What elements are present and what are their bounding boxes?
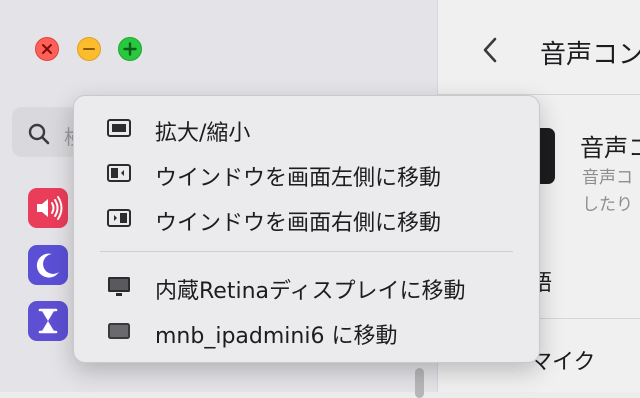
menu-item-fullscreen[interactable]: 拡大/縮小 bbox=[74, 110, 539, 148]
sidebar-scrollbar[interactable] bbox=[415, 368, 424, 398]
sidebar-item-sound[interactable] bbox=[28, 188, 68, 228]
back-chevron-icon[interactable] bbox=[480, 36, 500, 64]
zoom-plus-icon bbox=[123, 42, 137, 56]
menu-item-move-to-builtin-display[interactable]: 内蔵Retinaディスプレイに移動 bbox=[74, 268, 539, 306]
fullscreen-icon bbox=[107, 119, 131, 137]
item-title: 音声コ bbox=[580, 134, 640, 162]
close-icon bbox=[42, 44, 52, 54]
hourglass-icon bbox=[38, 308, 58, 334]
close-button[interactable] bbox=[35, 37, 59, 61]
sidebar-item-focus[interactable] bbox=[28, 245, 68, 285]
menu-item-label: 拡大/縮小 bbox=[155, 121, 251, 146]
menu-item-label: mnb_ipadmini6 に移動 bbox=[155, 324, 398, 349]
search-icon bbox=[28, 123, 50, 145]
display-icon bbox=[108, 277, 130, 296]
speaker-icon bbox=[37, 196, 63, 220]
tile-right-icon bbox=[107, 209, 131, 227]
window-zoom-menu: 拡大/縮小 ウインドウを画面左側に移動 ウインドウを画面右側に移動 内蔵Reti… bbox=[73, 95, 540, 363]
zoom-button[interactable] bbox=[118, 37, 142, 61]
menu-item-label: 内蔵Retinaディスプレイに移動 bbox=[155, 279, 466, 304]
menu-item-move-left[interactable]: ウインドウを画面左側に移動 bbox=[74, 155, 539, 193]
menu-separator bbox=[100, 251, 513, 252]
tile-left-icon bbox=[107, 164, 131, 182]
item-description-line2: したり bbox=[582, 195, 633, 215]
menu-item-move-right[interactable]: ウインドウを画面右側に移動 bbox=[74, 200, 539, 238]
sidebar-item-screen-time[interactable] bbox=[28, 301, 68, 341]
minimize-button[interactable] bbox=[77, 37, 101, 61]
moon-icon bbox=[36, 253, 59, 278]
ipad-icon bbox=[108, 323, 130, 339]
item-description: 音声コ bbox=[582, 168, 633, 188]
menu-item-label: ウインドウを画面右側に移動 bbox=[155, 211, 442, 236]
menu-item-label: ウインドウを画面左側に移動 bbox=[155, 166, 442, 191]
minimize-icon bbox=[83, 48, 95, 50]
menu-item-move-to-ipad[interactable]: mnb_ipadmini6 に移動 bbox=[74, 313, 539, 351]
page-title: 音声コン bbox=[540, 40, 640, 70]
